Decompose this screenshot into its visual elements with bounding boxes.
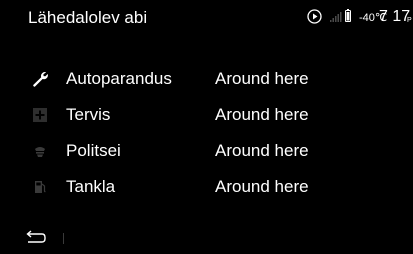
play-circle-icon[interactable]	[307, 9, 322, 24]
list-item-label: Tervis	[66, 105, 111, 124]
list-item-label: Politsei	[66, 141, 121, 160]
list-item-value: Around here	[215, 69, 309, 88]
battery-icon	[345, 9, 351, 22]
clock-ampm: P	[407, 17, 412, 24]
list-item-autoparandus[interactable]: Autoparandus Around here	[0, 62, 413, 98]
back-arrow-icon[interactable]	[20, 228, 48, 248]
list-item-value: Around here	[215, 141, 309, 160]
wrench-icon	[33, 72, 48, 87]
nearby-help-screen: Lähedalolev abi -40℃ 7 17 P Autoparandus…	[0, 0, 413, 254]
police-icon	[35, 147, 45, 157]
status-bar: -40℃ 7 17 P	[300, 0, 413, 36]
list-item-tervis[interactable]: Tervis Around here	[0, 98, 413, 134]
nearby-help-list: Autoparandus Around here Tervis Around h…	[0, 62, 413, 206]
list-item-value: Around here	[215, 105, 309, 124]
bottom-divider	[63, 233, 64, 244]
clock-time: 7 17	[379, 8, 411, 25]
list-item-value: Around here	[215, 177, 309, 196]
page-title: Lähedalolev abi	[28, 8, 148, 27]
list-item-politsei[interactable]: Politsei Around here	[0, 134, 413, 170]
list-item-label: Autoparandus	[66, 69, 172, 88]
fuel-pump-icon	[35, 181, 46, 193]
list-item-tankla[interactable]: Tankla Around here	[0, 170, 413, 206]
list-item-label: Tankla	[66, 177, 116, 196]
medical-cross-icon	[33, 108, 47, 122]
signal-bars-icon	[330, 12, 342, 22]
